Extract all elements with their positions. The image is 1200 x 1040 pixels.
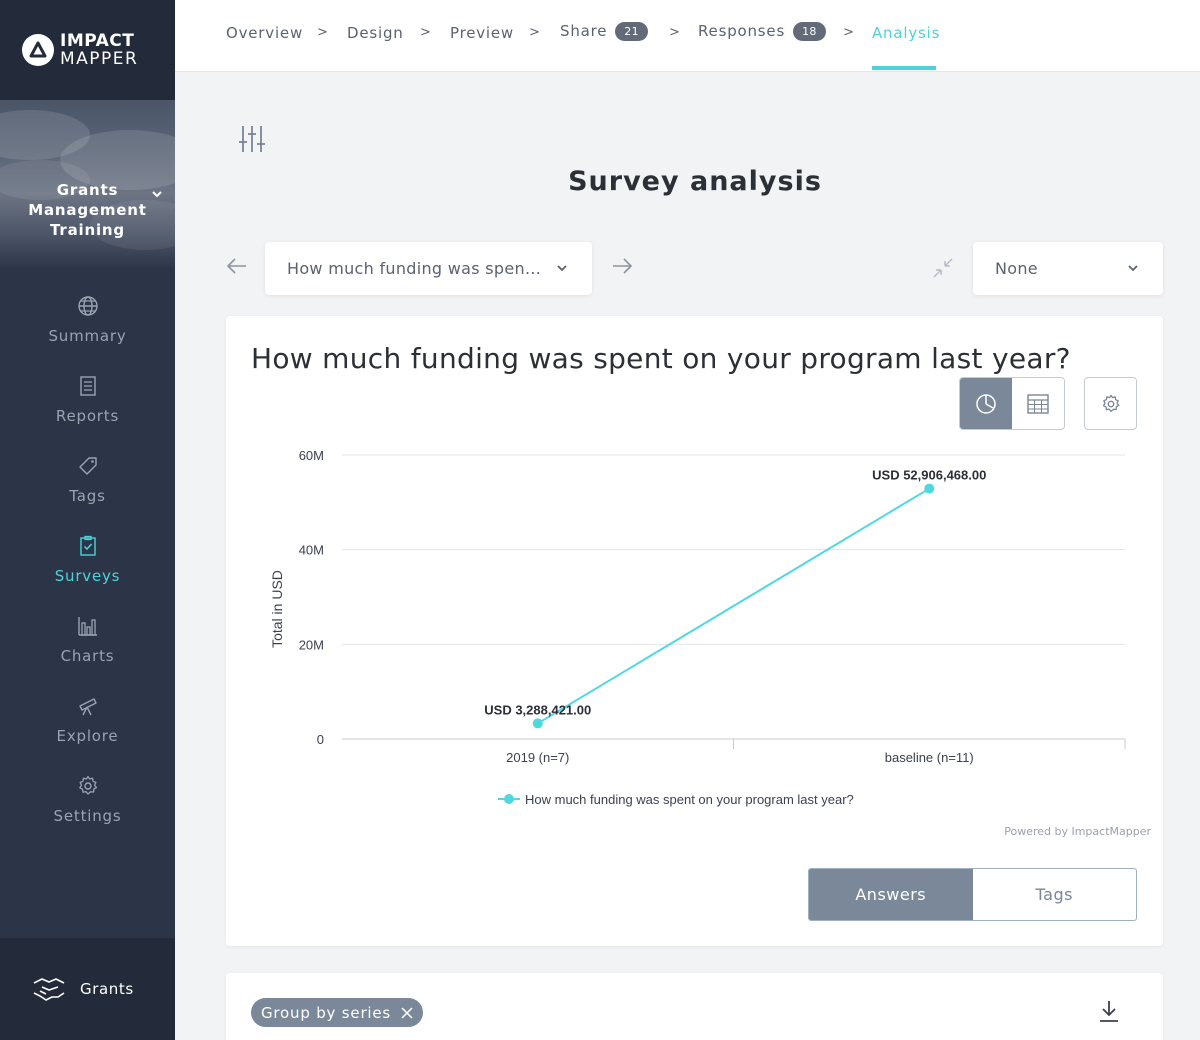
x-tick-label: baseline (n=11) bbox=[885, 750, 974, 765]
data-label: USD 3,288,421.00 bbox=[484, 702, 591, 717]
question-select[interactable]: How much funding was spen… bbox=[265, 242, 592, 295]
sidebar-item-tags[interactable]: Tags bbox=[0, 454, 175, 505]
sidebar-item-surveys[interactable]: Surveys bbox=[0, 534, 175, 585]
tab-share-label: Share bbox=[560, 22, 608, 40]
y-tick-label: 60M bbox=[299, 448, 324, 463]
gear-icon bbox=[78, 775, 97, 795]
y-tick-label: 0 bbox=[317, 732, 324, 747]
clipboard-check-icon bbox=[79, 535, 96, 556]
group-by-chip[interactable]: Group by series bbox=[251, 998, 424, 1027]
chart-card: How much funding was spent on your progr… bbox=[226, 316, 1163, 946]
sidebar-item-label: Reports bbox=[55, 407, 120, 425]
y-tick-label: 40M bbox=[299, 543, 324, 558]
chevron-down-icon bbox=[1128, 265, 1138, 272]
sidebar-item-label: Surveys bbox=[54, 567, 121, 585]
active-tab-indicator bbox=[872, 66, 936, 70]
page-title: Survey analysis bbox=[568, 166, 822, 197]
x-tick-label: 2019 (n=7) bbox=[506, 750, 569, 765]
download-icon[interactable] bbox=[1098, 999, 1120, 1023]
grouping-card: Group by series bbox=[226, 973, 1163, 1040]
tab-responses-label: Responses bbox=[698, 22, 786, 40]
breadcrumb-separator: > bbox=[529, 25, 540, 40]
compare-select[interactable]: None bbox=[973, 242, 1163, 295]
share-count-badge: 21 bbox=[615, 22, 648, 41]
series-line bbox=[537, 487, 930, 725]
responses-count-badge: 18 bbox=[793, 22, 826, 41]
sidebar-item-charts[interactable]: Charts bbox=[0, 614, 175, 665]
chevron-down-icon bbox=[152, 191, 162, 198]
tag-icon bbox=[78, 457, 97, 475]
compare-arrows-icon bbox=[933, 258, 953, 278]
document-icon bbox=[79, 376, 96, 396]
tab-preview[interactable]: Preview bbox=[450, 24, 514, 42]
legend-marker bbox=[504, 794, 514, 804]
data-point bbox=[924, 483, 935, 494]
handshake-icon bbox=[33, 978, 65, 1001]
bar-chart-icon bbox=[77, 617, 97, 636]
tab-responses[interactable]: Responses 18 bbox=[698, 22, 826, 41]
sidebar: IMPACT MAPPER Grants Management Training… bbox=[0, 0, 175, 1040]
data-label: USD 52,906,468.00 bbox=[872, 468, 986, 483]
sidebar-item-explore[interactable]: Explore bbox=[0, 694, 175, 745]
filter-sliders-icon[interactable] bbox=[238, 124, 266, 154]
data-point bbox=[532, 718, 543, 729]
breadcrumb-separator: > bbox=[669, 25, 680, 40]
logo-text-line2: MAPPER bbox=[60, 49, 139, 69]
powered-by: Powered by ImpactMapper bbox=[1004, 825, 1151, 838]
group-by-chip-label: Group by series bbox=[261, 1003, 392, 1022]
logo[interactable]: IMPACT MAPPER bbox=[0, 0, 175, 100]
answers-button[interactable]: Answers bbox=[809, 869, 973, 920]
y-tick-label: 20M bbox=[299, 637, 324, 652]
tags-button[interactable]: Tags bbox=[973, 869, 1137, 920]
globe-icon bbox=[77, 296, 98, 316]
organization-name: Grants Management Training bbox=[28, 181, 147, 239]
tab-share[interactable]: Share 21 bbox=[560, 22, 648, 41]
close-icon[interactable] bbox=[401, 1006, 413, 1019]
question-select-value: How much funding was spen… bbox=[287, 259, 542, 278]
legend-label: How much funding was spent on your progr… bbox=[525, 792, 854, 807]
breadcrumb-separator: > bbox=[317, 25, 328, 40]
organization-switcher[interactable]: Grants Management Training bbox=[0, 100, 175, 270]
grants-label: Grants bbox=[80, 980, 134, 998]
sidebar-item-label: Explore bbox=[56, 727, 119, 745]
sidebar-item-settings[interactable]: Settings bbox=[0, 774, 175, 825]
sidebar-item-summary[interactable]: Summary bbox=[0, 294, 175, 345]
tab-analysis[interactable]: Analysis bbox=[872, 24, 940, 42]
y-axis-label: Total in USD bbox=[269, 570, 285, 648]
tab-design[interactable]: Design bbox=[347, 24, 404, 42]
next-question-arrow-icon[interactable] bbox=[611, 256, 633, 276]
tab-overview[interactable]: Overview bbox=[226, 24, 303, 42]
grants-link[interactable]: Grants bbox=[0, 938, 175, 1040]
sidebar-item-reports[interactable]: Reports bbox=[0, 374, 175, 425]
telescope-icon bbox=[78, 698, 97, 716]
breadcrumb: Overview > Design > Preview > Share 21 > … bbox=[175, 0, 1200, 72]
chevron-down-icon bbox=[557, 265, 567, 272]
sidebar-item-label: Charts bbox=[60, 647, 115, 665]
answers-tags-toggle: Answers Tags bbox=[808, 868, 1137, 921]
sidebar-item-label: Tags bbox=[69, 487, 106, 505]
breadcrumb-separator: > bbox=[420, 25, 431, 40]
previous-question-arrow-icon[interactable] bbox=[226, 256, 248, 276]
logo-mark-icon bbox=[22, 34, 54, 66]
compare-select-value: None bbox=[995, 259, 1038, 278]
sidebar-item-label: Settings bbox=[53, 807, 122, 825]
line-chart: 0 20M 40M 60M 2019 (n=7) baseline (n=11) Total… bbox=[269, 448, 1126, 807]
sidebar-item-label: Summary bbox=[48, 327, 127, 345]
logo-text-line1: IMPACT bbox=[60, 31, 135, 51]
breadcrumb-separator: > bbox=[843, 25, 854, 40]
